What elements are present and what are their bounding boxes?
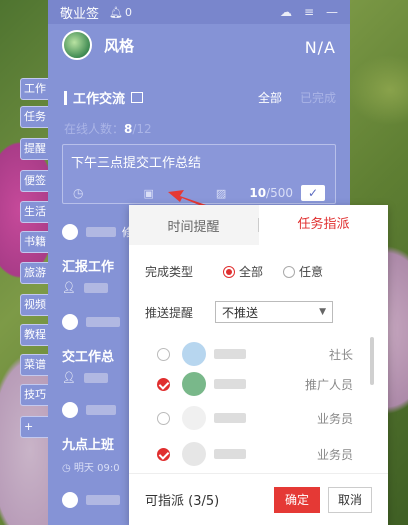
avatar [182,342,206,366]
completion-type-row: 完成类型 全部 任意 [145,263,323,280]
avatar [182,442,206,466]
push-reminder-value: 不推送 [222,305,259,320]
person-role: 社长 [328,347,353,362]
tab-time-reminder[interactable]: 时间提醒 [129,216,258,235]
confirm-button[interactable]: 确定 [274,486,320,513]
completion-type-label: 完成类型 [145,265,194,279]
blurred-name [214,349,246,359]
tab-task-assign[interactable]: 任务指派 [259,205,388,245]
person-row[interactable]: 业务员 [157,405,353,431]
popup-tabs: 时间提醒 任务指派 [129,205,388,245]
blurred-name [214,379,246,389]
push-reminder-select[interactable]: 不推送 ▼ [215,301,334,323]
person-row[interactable]: 业务员 [157,441,353,467]
radio-icon [283,265,296,278]
push-reminder-row: 推送提醒 不推送 ▼ [145,301,334,323]
avatar [182,406,206,430]
radio-any[interactable]: 任意 [283,263,323,280]
radio-icon [223,265,236,278]
radio-all[interactable]: 全部 [223,263,263,280]
cancel-button[interactable]: 取消 [328,486,372,513]
blurred-name [214,413,246,423]
checkbox[interactable] [157,377,170,391]
assign-popup: 时间提醒 任务指派 完成类型 全部 任意 推送提醒 不推送 ▼ 社长推广人员业务员… [129,205,388,525]
person-role: 业务员 [316,447,353,462]
blurred-name [214,449,246,459]
push-reminder-label: 推送提醒 [145,305,194,320]
scrollbar[interactable] [370,337,374,385]
person-role: 推广人员 [304,377,353,392]
assignable-count: 可指派 (3/5) [145,494,220,509]
chevron-down-icon: ▼ [319,307,327,317]
radio-any-label: 任意 [299,265,324,279]
person-row[interactable]: 推广人员 [157,371,353,397]
checkbox[interactable] [157,347,170,361]
checkbox[interactable] [157,411,170,425]
radio-all-label: 全部 [239,265,264,279]
avatar [182,372,206,396]
popup-footer: 可指派 (3/5) 确定 取消 [129,473,388,525]
checkbox[interactable] [157,447,170,461]
person-row[interactable]: 社长 [157,341,353,367]
person-role: 业务员 [316,411,353,426]
